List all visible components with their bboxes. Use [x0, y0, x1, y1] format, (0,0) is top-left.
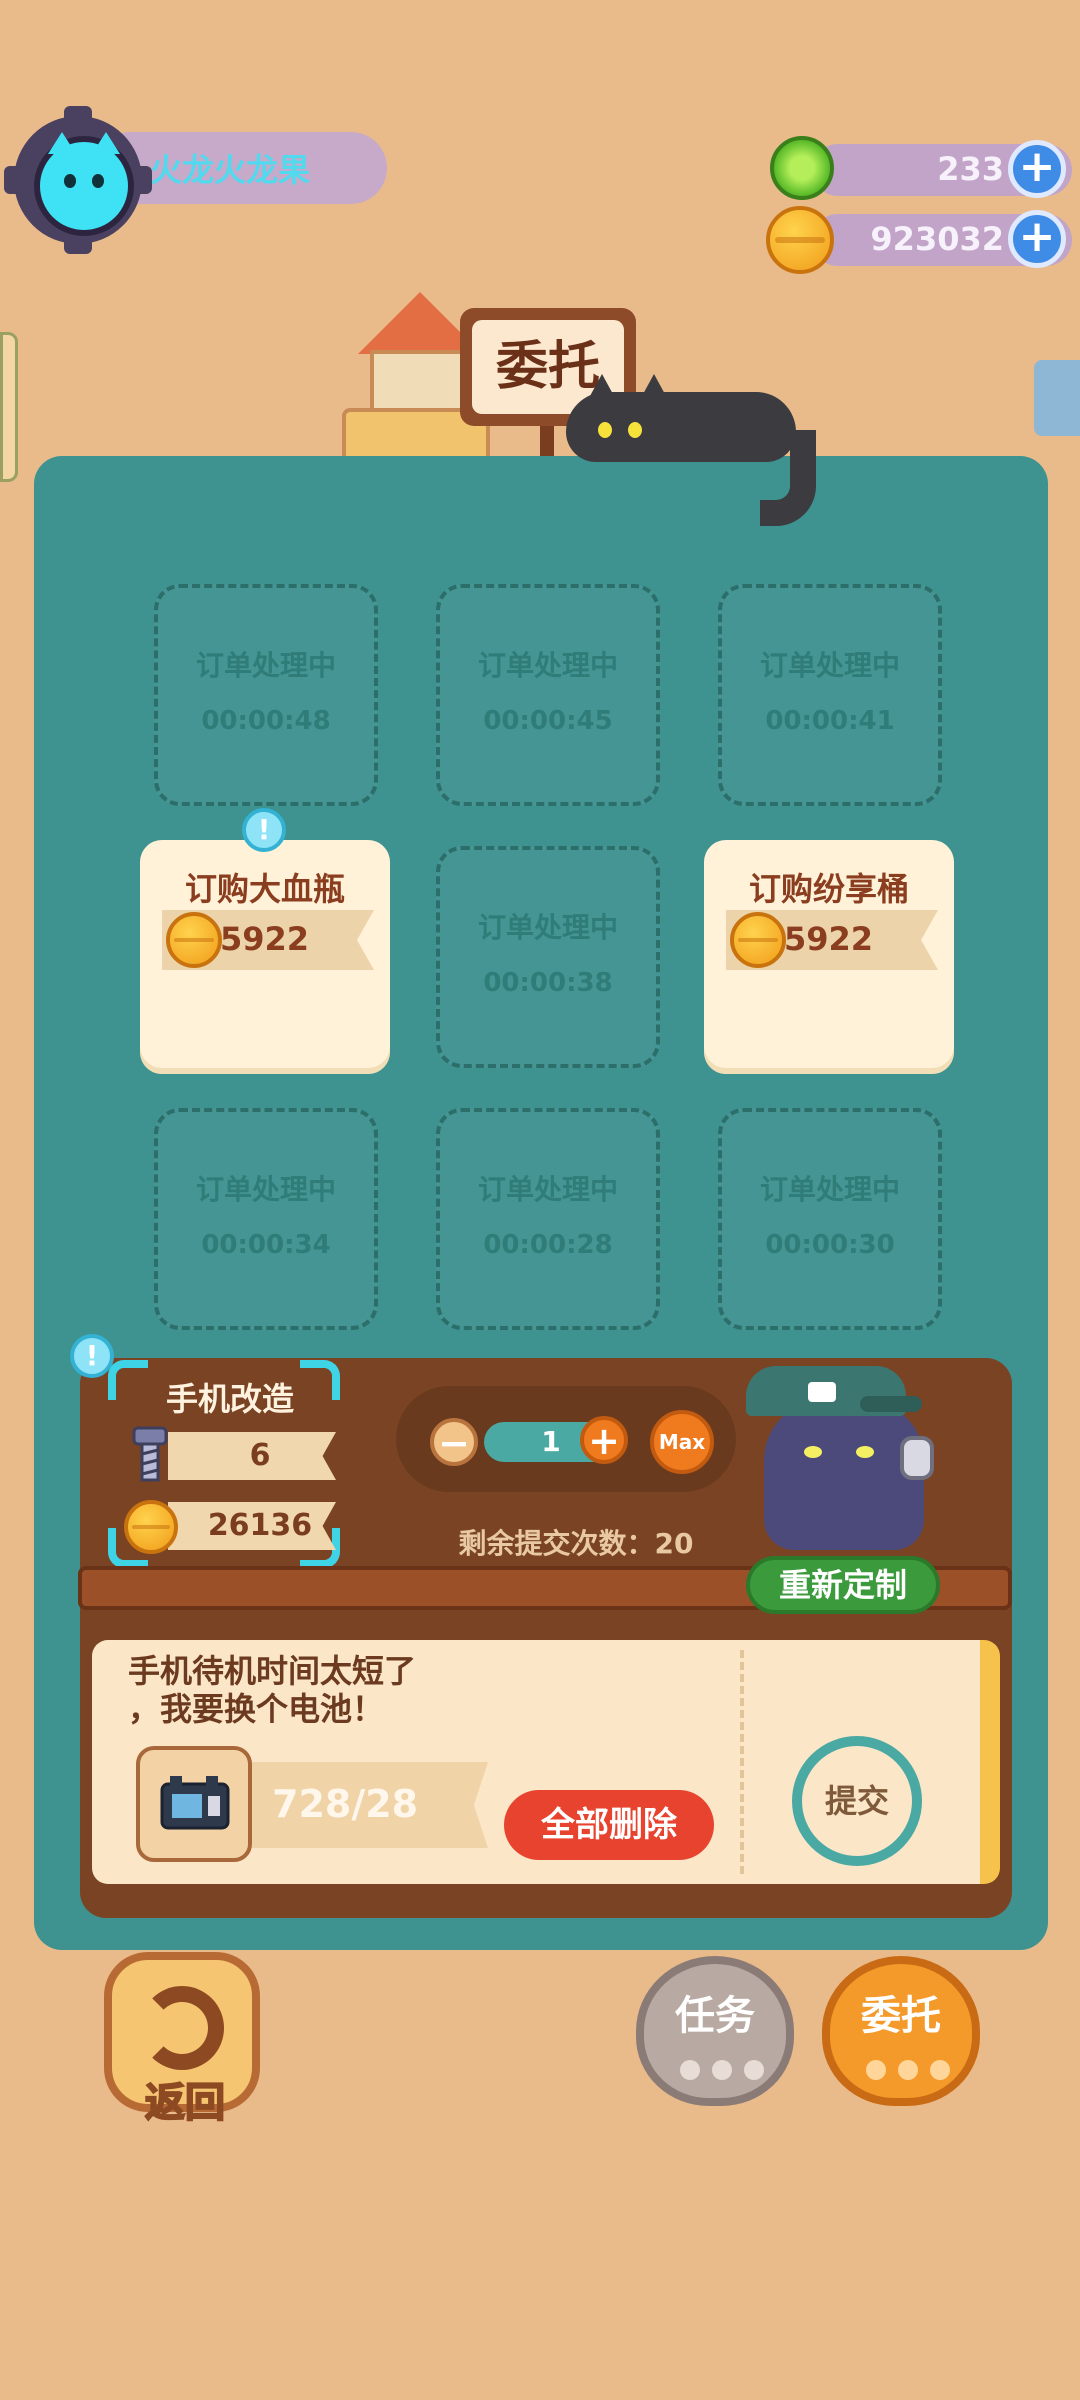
commission-label: 委托 [861, 1993, 941, 2039]
order-card-share-bucket[interactable]: 订购纷享桶 5922 [704, 840, 954, 1074]
gold-coin-icon [124, 1500, 178, 1554]
tasks-label: 任务 [675, 1993, 755, 2039]
reward-value: 5922 [220, 920, 310, 958]
task-name: 手机改造 [165, 1380, 294, 1418]
bolt-reward-value: 6 [249, 1438, 271, 1473]
gem-value: 233 [937, 150, 1004, 188]
order-timer: 00:00:30 [765, 1230, 895, 1260]
decrease-button[interactable]: − [430, 1418, 478, 1466]
order-timer: 00:00:48 [201, 706, 331, 736]
regenerate-button[interactable]: 重新定制 [746, 1556, 940, 1614]
headset-icon [900, 1436, 934, 1480]
player-name: 火龙火龙果 [150, 151, 311, 189]
order-slot-processing: 订单处理中 00:00:45 [436, 584, 660, 806]
npc-cap-brim [860, 1396, 922, 1412]
order-slot-processing: 订单处理中 00:00:38 [436, 846, 660, 1068]
order-slot-processing: 订单处理中 00:00:30 [718, 1108, 942, 1330]
alert-icon: ! [70, 1334, 114, 1378]
order-timer: 00:00:45 [483, 706, 613, 736]
alert-icon: ! [242, 808, 286, 852]
delete-all-button[interactable]: 全部删除 [504, 1790, 714, 1860]
device-icon [160, 1776, 230, 1830]
add-gem-button[interactable]: + [1008, 140, 1066, 198]
item-progress: 728/28 [272, 1782, 419, 1826]
order-slot-processing: 订单处理中 00:00:41 [718, 584, 942, 806]
right-side-clip-icon[interactable] [1034, 360, 1080, 436]
increase-button[interactable]: + [580, 1416, 628, 1464]
commission-tab[interactable]: 委托 [822, 1956, 980, 2106]
reward-value: 5922 [784, 920, 874, 958]
tasks-tab[interactable]: 任务 [636, 1956, 794, 2106]
order-timer: 00:00:28 [483, 1230, 613, 1260]
coin-reward-value: 26136 [207, 1508, 313, 1543]
coin-value: 923032 [870, 220, 1004, 258]
add-coin-button[interactable]: + [1008, 210, 1066, 268]
order-slot-processing: 订单处理中 00:00:48 [154, 584, 378, 806]
npc-eye [804, 1446, 822, 1458]
npc-character [764, 1400, 924, 1550]
order-timer: 00:00:38 [483, 968, 613, 998]
ticket-edge [980, 1640, 1000, 1884]
order-slot-processing: 订单处理中 00:00:28 [436, 1108, 660, 1330]
max-button[interactable]: Max [650, 1410, 714, 1474]
bolt-icon [130, 1424, 170, 1484]
remaining-submissions: 剩余提交次数：20 [458, 1527, 694, 1560]
back-label: 返回 [144, 2079, 226, 2127]
order-slot-processing: 订单处理中 00:00:34 [154, 1108, 378, 1330]
gold-coin-icon [166, 912, 222, 968]
npc-eye [856, 1446, 874, 1458]
submit-button[interactable]: 提交 [792, 1736, 922, 1866]
left-side-tab[interactable] [0, 332, 18, 482]
battery-item-slot[interactable] [136, 1746, 252, 1862]
back-arrow-icon [140, 1986, 224, 2070]
request-text: 手机待机时间太短了 ，我要换个电池！ [128, 1652, 417, 1728]
ticket-perforation [740, 1650, 744, 1874]
player-avatar[interactable] [34, 132, 134, 236]
order-timer: 00:00:41 [765, 706, 895, 736]
order-card-big-potion[interactable]: 订购大血瓶 5922 [140, 840, 390, 1074]
order-timer: 00:00:34 [201, 1230, 331, 1260]
gold-coin-icon [730, 912, 786, 968]
